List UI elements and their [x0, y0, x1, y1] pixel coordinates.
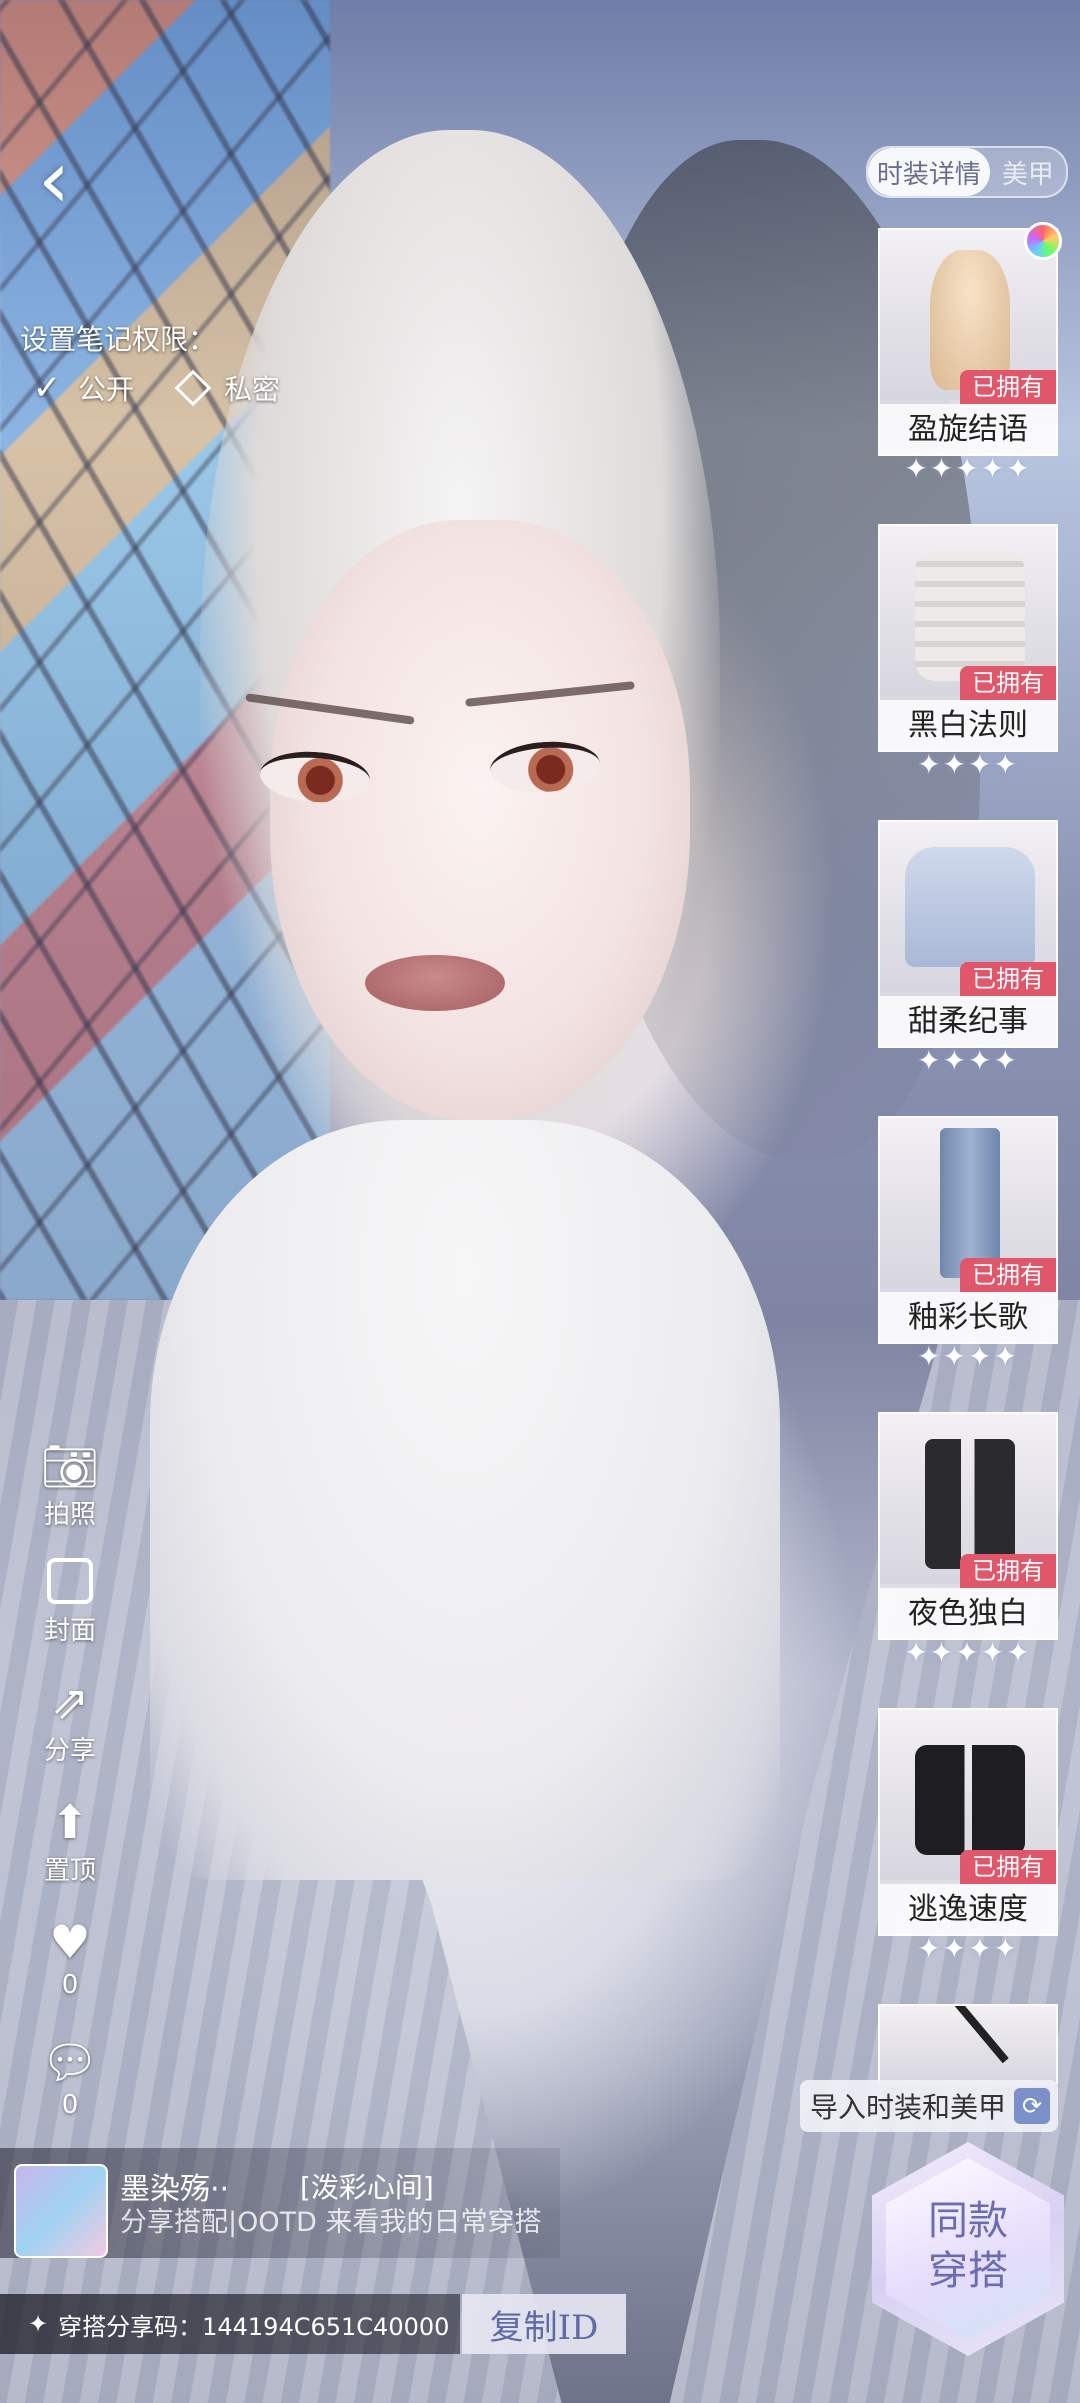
owned-badge: 已拥有 — [960, 1258, 1056, 1292]
cover-icon — [47, 1558, 93, 1604]
author-description: 分享搭配|OOTD 来看我的日常穿搭 — [120, 2207, 542, 2238]
item-card[interactable]: 已拥有 夜色独白 — [878, 1412, 1058, 1640]
item-card[interactable]: 已拥有 盈旋结语 — [878, 228, 1058, 456]
item-stars: ✦✦✦✦ — [917, 1044, 1019, 1077]
character-sweater — [150, 1120, 780, 1880]
item-name: 盈旋结语 — [880, 404, 1056, 456]
item-name: 逃逸速度 — [880, 1884, 1056, 1936]
camera-label: 拍照 — [43, 1500, 96, 1530]
check-icon: ✓ — [32, 368, 62, 408]
owned-badge: 已拥有 — [960, 666, 1056, 700]
permission-public-label: 公开 — [78, 373, 135, 406]
item-card[interactable] — [878, 2004, 1058, 2086]
shoes-icon — [915, 1745, 1025, 1855]
hair-icon — [930, 250, 1010, 390]
jeans-icon — [940, 1128, 1000, 1278]
permission-private-label: 私密 — [224, 373, 281, 406]
permission-label: 设置笔记权限： — [20, 323, 217, 356]
comment-button[interactable]: 💬︎ 0 — [30, 2034, 110, 2120]
color-palette-icon[interactable] — [1024, 222, 1062, 260]
sparkle-icon: ✦ — [28, 2310, 49, 2338]
like-count: 0 — [61, 1970, 79, 2000]
import-outfit-button[interactable]: 导入时装和美甲 ⟳ — [800, 2080, 1058, 2132]
share-button[interactable]: ⇗ 分享 — [30, 1674, 110, 1767]
jacket-icon — [915, 551, 1025, 681]
heart-icon: ♥ — [49, 1915, 91, 1969]
refresh-icon: ⟳ — [1014, 2088, 1050, 2124]
tab-manicure[interactable]: 美甲 — [990, 148, 1066, 196]
item-thumbnail — [880, 2006, 1056, 2086]
owned-badge: 已拥有 — [960, 962, 1056, 996]
permission-public-option[interactable]: ✓ 公开 — [30, 368, 134, 408]
item-stars: ✦✦✦✦ — [917, 748, 1019, 781]
copy-id-button[interactable]: 复制ID — [462, 2294, 626, 2354]
permission-private-option[interactable]: 私密 — [174, 368, 281, 408]
diamond-icon — [174, 369, 212, 407]
sweater-icon — [905, 847, 1035, 967]
accessory-icon — [951, 2006, 1009, 2064]
item-stars: ✦✦✦✦✦ — [904, 452, 1032, 485]
item-name: 甜柔纪事 — [880, 996, 1056, 1048]
owned-badge: 已拥有 — [960, 1554, 1056, 1588]
share-code-bar: ✦ 穿搭分享码：144194C651C40000 — [0, 2294, 460, 2354]
same-outfit-label: 同款 穿搭 — [872, 2196, 1064, 2296]
character-face — [270, 520, 690, 1120]
detail-tabs: 时装详情 美甲 — [866, 146, 1068, 198]
chevron-left-icon: ‹ — [38, 133, 70, 226]
item-card[interactable]: 已拥有 逃逸速度 — [878, 1708, 1058, 1936]
like-button[interactable]: ♥ 0 — [30, 1914, 110, 2000]
boots-icon — [925, 1439, 1015, 1569]
tab-outfit-details[interactable]: 时装详情 — [868, 148, 990, 196]
item-card[interactable]: 已拥有 釉彩长歌 — [878, 1116, 1058, 1344]
item-stars: ✦✦✦✦ — [917, 1340, 1019, 1373]
item-stars: ✦✦✦✦✦ — [904, 1636, 1032, 1669]
share-code-text: 穿搭分享码：144194C651C40000 — [58, 2312, 450, 2341]
item-name: 黑白法则 — [880, 700, 1056, 752]
item-card[interactable]: 已拥有 甜柔纪事 — [878, 820, 1058, 1048]
camera-icon: 📷︎ — [40, 1439, 100, 1493]
cover-label: 封面 — [43, 1616, 96, 1646]
item-stars: ✦✦✦✦ — [917, 1932, 1019, 1965]
item-name: 釉彩长歌 — [880, 1292, 1056, 1344]
camera-button[interactable]: 📷︎ 拍照 — [30, 1438, 110, 1531]
comment-count: 0 — [61, 2090, 79, 2120]
item-name: 夜色独白 — [880, 1588, 1056, 1640]
owned-badge: 已拥有 — [960, 1850, 1056, 1884]
avatar[interactable] — [14, 2164, 108, 2258]
comment-icon: 💬︎ — [40, 2035, 100, 2089]
pin-top-button[interactable]: ⬆ 置顶 — [30, 1794, 110, 1887]
pin-top-icon: ⬆ — [50, 1795, 90, 1849]
same-outfit-line1: 同款 — [928, 2198, 1008, 2244]
item-card[interactable]: 已拥有 黑白法则 — [878, 524, 1058, 752]
owned-badge: 已拥有 — [960, 370, 1056, 404]
same-outfit-line2: 穿搭 — [928, 2248, 1008, 2294]
back-button[interactable]: ‹ — [38, 130, 108, 230]
pin-top-label: 置顶 — [43, 1856, 96, 1886]
share-label: 分享 — [43, 1736, 96, 1766]
import-outfit-label: 导入时装和美甲 — [810, 2091, 1007, 2124]
share-icon: ⇗ — [50, 1675, 90, 1729]
character-lips — [365, 955, 505, 1011]
cover-button[interactable]: 封面 — [30, 1554, 110, 1647]
